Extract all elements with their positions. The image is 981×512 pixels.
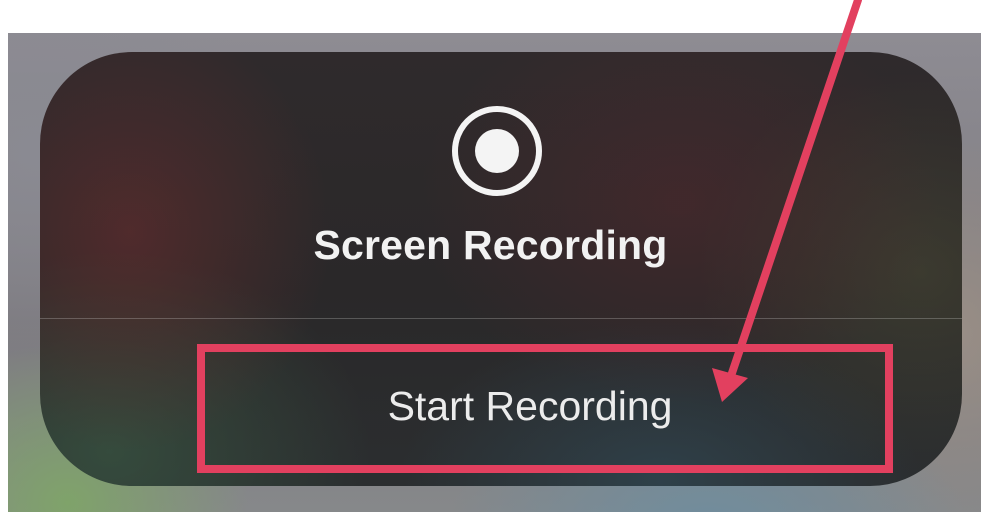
panel-title: Screen Recording	[313, 222, 668, 268]
panel-divider	[40, 318, 962, 319]
start-recording-button[interactable]: Start Recording	[206, 350, 874, 462]
start-recording-label: Start Recording	[387, 382, 673, 429]
screenshot-stage: Screen Recording Start Recording	[0, 0, 981, 512]
record-icon	[452, 106, 542, 196]
